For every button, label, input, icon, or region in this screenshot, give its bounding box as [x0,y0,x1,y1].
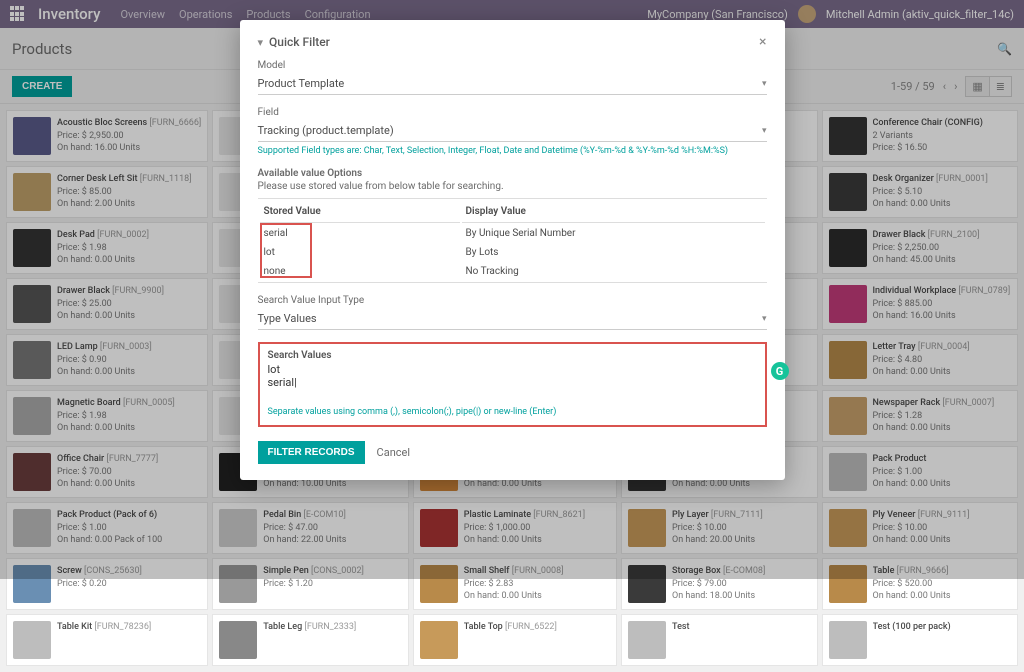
product-card[interactable]: Table Top [FURN_6522] [413,614,617,666]
avail-sub: Please use stored value from below table… [258,181,767,192]
product-thumb [628,621,666,659]
sep-hint: Separate values using comma (,), semicol… [268,407,757,417]
product-info: Test (100 per pack) [873,621,951,659]
stored-val: lot [260,244,460,261]
quick-filter-modal: ▾ Quick Filter × Model Product Template … [240,20,785,480]
modal-overlay: ▾ Quick Filter × Model Product Template … [0,0,1024,579]
search-values-box: Search Values lot serial Separate values… [258,342,767,427]
display-val: No Tracking [462,263,765,280]
sv-label: Search Values [268,350,757,361]
product-card[interactable]: Test (100 per pack) [822,614,1019,666]
close-icon[interactable]: × [759,34,766,50]
field-value: Tracking (product.template) [258,124,394,137]
input-type-label: Search Value Input Type [258,295,767,306]
modal-title: Quick Filter [269,35,330,49]
th-stored: Stored Value [260,201,460,223]
stored-val: none [260,263,460,280]
product-thumb [420,621,458,659]
product-info: Table Leg [FURN_2333] [263,621,356,659]
product-thumb [219,621,257,659]
field-select[interactable]: Tracking (product.template) ▾ [258,120,767,142]
filter-icon: ▾ [258,36,264,49]
display-val: By Lots [462,244,765,261]
product-card[interactable]: Test [621,614,818,666]
th-display: Display Value [462,201,765,223]
field-label: Field [258,107,767,118]
product-thumb [829,621,867,659]
display-val: By Unique Serial Number [462,225,765,242]
model-select[interactable]: Product Template ▾ [258,73,767,95]
model-value: Product Template [258,77,345,90]
product-info: Test [672,621,690,659]
input-type-value: Type Values [258,312,317,325]
model-label: Model [258,60,767,71]
field-hint: Supported Field types are: Char, Text, S… [258,146,767,156]
cancel-button[interactable]: Cancel [377,446,410,459]
grammarly-icon: G [771,362,789,380]
chevron-down-icon: ▾ [762,79,767,89]
input-type-select[interactable]: Type Values ▾ [258,308,767,330]
product-card[interactable]: Table Leg [FURN_2333] [212,614,408,666]
search-values-input[interactable]: lot serial [268,363,757,389]
product-thumb [13,621,51,659]
filter-records-button[interactable]: FILTER RECORDS [258,441,365,464]
product-card[interactable]: Table Kit [FURN_78236] [6,614,208,666]
product-info: Table Top [FURN_6522] [464,621,557,659]
product-info: Table Kit [FURN_78236] [57,621,151,659]
value-table: Stored Value Display Value serial By Uniq… [258,198,767,283]
avail-title: Available value Options [258,168,767,179]
chevron-down-icon: ▾ [762,314,767,324]
chevron-down-icon: ▾ [762,126,767,136]
stored-val: serial [264,228,288,239]
